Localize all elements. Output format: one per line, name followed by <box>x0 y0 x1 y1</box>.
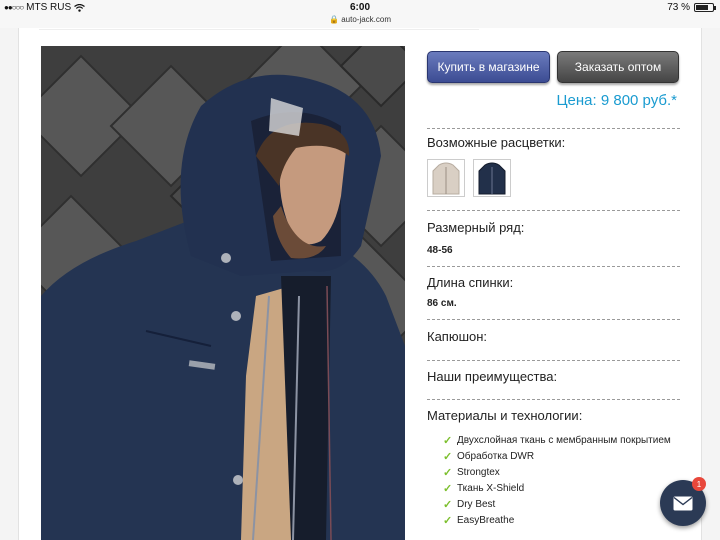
materials-label: Материалы и технологии: <box>427 408 583 423</box>
feature-text: Двухслойная ткань с мембранным покрытием <box>457 434 671 446</box>
url-text: auto-jack.com <box>341 15 391 24</box>
feature-item: ✓ EasyBreathe <box>443 512 671 528</box>
feature-item: ✓ Dry Best <box>443 496 671 512</box>
navy-jacket-thumb <box>478 162 506 195</box>
feature-item: ✓ Strongtex <box>443 464 671 480</box>
check-icon: ✓ <box>443 434 453 447</box>
divider <box>427 128 680 129</box>
beige-jacket-thumb <box>432 162 460 195</box>
length-label: Длина спинки: <box>427 275 514 290</box>
feature-text: EasyBreathe <box>457 514 515 526</box>
mail-icon <box>673 496 693 510</box>
size-label: Размерный ряд: <box>427 220 525 235</box>
battery-icon <box>694 3 716 12</box>
product-price: Цена: 9 800 руб.* <box>556 92 677 109</box>
swatch-navy[interactable] <box>473 159 511 197</box>
check-icon: ✓ <box>443 482 453 495</box>
size-value: 48-56 <box>427 245 453 256</box>
battery-percent: 73 % <box>667 2 690 13</box>
hood-label: Капюшон: <box>427 329 488 344</box>
swatch-beige[interactable] <box>427 159 465 197</box>
clock: 6:00 <box>349 2 370 13</box>
divider <box>427 319 680 320</box>
feature-text: Обработка DWR <box>457 450 535 462</box>
feature-item: ✓ Ткань X-Shield <box>443 480 671 496</box>
divider <box>427 360 680 361</box>
check-icon: ✓ <box>443 498 453 511</box>
product-page: Купить в магазине Заказать оптом Цена: 9… <box>18 28 702 540</box>
feature-text: Strongtex <box>457 466 500 478</box>
product-photo[interactable] <box>41 46 405 540</box>
feature-text: Ткань X-Shield <box>457 482 525 494</box>
feature-text: Dry Best <box>457 498 496 510</box>
divider <box>427 399 680 400</box>
cut-off-header <box>39 28 479 30</box>
status-right: 73 % <box>667 2 716 13</box>
lock-icon: 🔒 <box>329 15 339 24</box>
battery-fill <box>696 5 708 10</box>
order-wholesale-button[interactable]: Заказать оптом <box>557 51 679 83</box>
features-list: ✓ Двухслойная ткань с мембранным покрытие… <box>443 432 671 528</box>
check-icon: ✓ <box>443 466 453 479</box>
check-icon: ✓ <box>443 514 453 527</box>
feature-item: ✓ Двухслойная ткань с мембранным покрытие… <box>443 432 671 448</box>
feature-item: ✓ Обработка DWR <box>443 448 671 464</box>
length-value: 86 см. <box>427 298 457 309</box>
url-bar[interactable]: 🔒 auto-jack.com <box>0 15 720 24</box>
chat-notification-badge: 1 <box>692 477 706 491</box>
status-bar: ●●○○○ MTS RUS 6:00 🔒 auto-jack.com 73 % <box>0 0 720 28</box>
advantages-label: Наши преимущества: <box>427 369 558 384</box>
colors-label: Возможные расцветки: <box>427 135 566 150</box>
divider <box>427 210 680 211</box>
divider <box>427 266 680 267</box>
check-icon: ✓ <box>443 450 453 463</box>
buy-in-store-button[interactable]: Купить в магазине <box>427 51 550 83</box>
jacket-image <box>41 46 405 540</box>
